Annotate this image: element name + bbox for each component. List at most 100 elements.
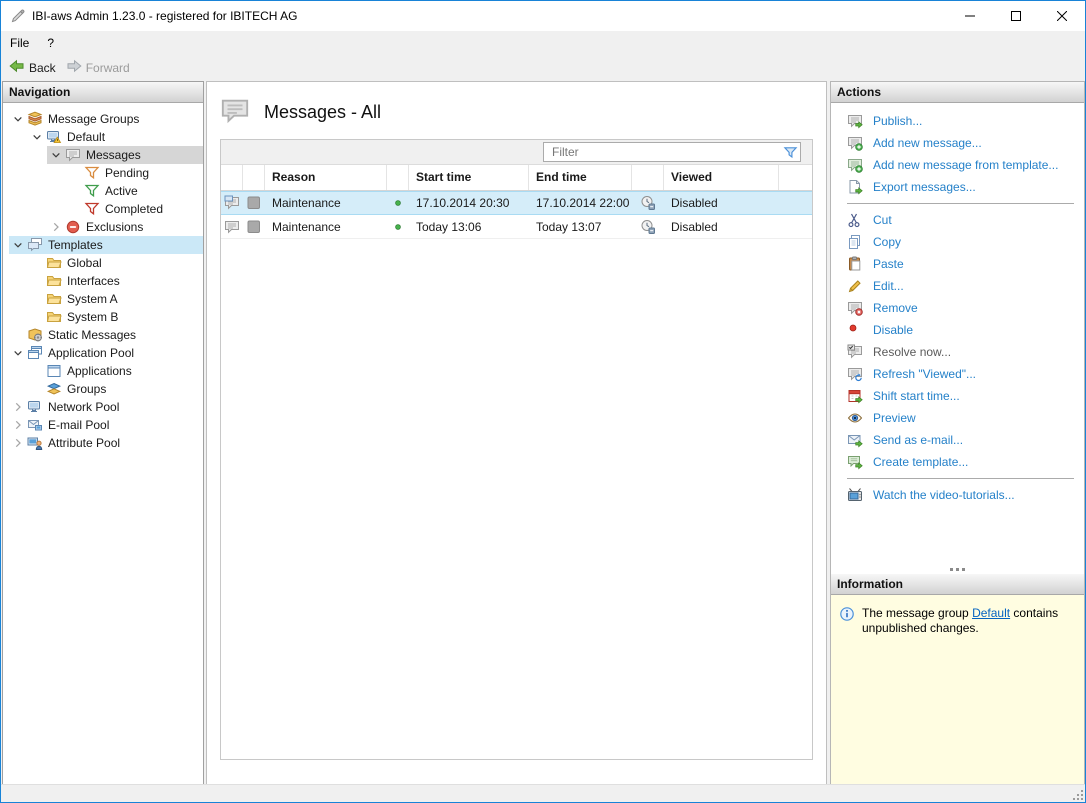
tree-item-label: E-mail Pool (48, 418, 115, 432)
app-icon (10, 8, 26, 24)
resolve-now-icon (847, 344, 863, 360)
tree-item-groups[interactable]: Groups (3, 380, 203, 398)
action-copy[interactable]: Copy (831, 231, 1084, 253)
application-pool-icon (27, 345, 43, 361)
action-label: Create template... (873, 455, 968, 469)
tree-item-exclusions[interactable]: Exclusions (3, 218, 203, 236)
tree-item-attribute-pool[interactable]: Attribute Pool (3, 434, 203, 452)
filter-input[interactable] (544, 145, 780, 159)
expander-expanded-icon[interactable] (9, 237, 27, 253)
column-header-icon[interactable] (243, 165, 265, 190)
tree-item-pending[interactable]: Pending (3, 164, 203, 182)
tree-item-messages[interactable]: Messages (3, 146, 203, 164)
column-header-viewed[interactable]: Viewed (664, 165, 779, 190)
tree-item-label: Completed (105, 202, 169, 216)
tree-item-interfaces[interactable]: Interfaces (3, 272, 203, 290)
tree-item-label: Message Groups (48, 112, 145, 126)
action-create-template[interactable]: Create template... (831, 451, 1084, 473)
action-publish[interactable]: Publish... (831, 110, 1084, 132)
action-shift-start-time[interactable]: Shift start time... (831, 385, 1084, 407)
expander-expanded-icon[interactable] (9, 345, 27, 361)
cell-start-time: 17.10.2014 20:30 (409, 192, 529, 214)
expander-expanded-icon[interactable] (9, 111, 27, 127)
copy-icon (847, 234, 863, 250)
tree-item-label: Exclusions (86, 220, 149, 234)
action-export-messages[interactable]: Export messages... (831, 176, 1084, 198)
tree-item-message-groups[interactable]: Message Groups (3, 110, 203, 128)
edit-icon (847, 278, 863, 294)
menu-file[interactable]: File (1, 33, 38, 53)
column-header-reason[interactable]: Reason (265, 165, 387, 190)
tree-item-label: Attribute Pool (48, 436, 126, 450)
column-header-icon[interactable] (221, 165, 243, 190)
forward-button[interactable]: Forward (62, 56, 136, 79)
tree-item-default[interactable]: Default (3, 128, 203, 146)
tree-item-application-pool[interactable]: Application Pool (3, 344, 203, 362)
navigation-panel-header: Navigation (3, 82, 203, 103)
app-window: IBI-aws Admin 1.23.0 - registered for IB… (0, 0, 1086, 803)
table-row[interactable]: Maintenance17.10.2014 20:3017.10.2014 22… (221, 191, 812, 215)
expander-collapsed-icon[interactable] (9, 435, 27, 451)
table-body: Maintenance17.10.2014 20:3017.10.2014 22… (221, 191, 812, 239)
action-paste[interactable]: Paste (831, 253, 1084, 275)
action-disable[interactable]: Disable (831, 319, 1084, 341)
tree-item-active[interactable]: Active (3, 182, 203, 200)
action-cut[interactable]: Cut (831, 209, 1084, 231)
tree-item-global[interactable]: Global (3, 254, 203, 272)
action-add-message-template[interactable]: Add new message from template... (831, 154, 1084, 176)
action-send-email[interactable]: Send as e-mail... (831, 429, 1084, 451)
actions-divider (847, 478, 1074, 479)
table-row[interactable]: MaintenanceToday 13:06Today 13:07Disable… (221, 215, 812, 239)
action-label: Copy (873, 235, 901, 249)
tree-item-templates[interactable]: Templates (3, 236, 203, 254)
resize-grip[interactable] (1071, 788, 1083, 800)
close-button[interactable] (1039, 1, 1085, 31)
maximize-button[interactable] (993, 1, 1039, 31)
expander-collapsed-icon[interactable] (9, 399, 27, 415)
action-label: Add new message from template... (873, 158, 1058, 172)
panel-splitter[interactable] (831, 565, 1084, 574)
forward-arrow-icon (66, 58, 82, 77)
action-label: Send as e-mail... (873, 433, 963, 447)
expander-placeholder (28, 363, 46, 379)
default-group-link[interactable]: Default (972, 606, 1010, 620)
add-message-icon (847, 135, 863, 151)
column-header-icon[interactable] (387, 165, 409, 190)
tree-item-static-messages[interactable]: Static Messages (3, 326, 203, 344)
send-email-icon (847, 432, 863, 448)
tree-item-e-mail-pool[interactable]: E-mail Pool (3, 416, 203, 434)
folder-icon (46, 309, 62, 325)
action-remove[interactable]: Remove (831, 297, 1084, 319)
tree-item-completed[interactable]: Completed (3, 200, 203, 218)
expander-collapsed-icon[interactable] (9, 417, 27, 433)
back-button[interactable]: Back (5, 56, 62, 79)
expander-expanded-icon[interactable] (28, 129, 46, 145)
info-message: The message group Default contains unpub… (862, 606, 1062, 636)
message-plain-icon (221, 215, 243, 238)
tree-item-system-a[interactable]: System A (3, 290, 203, 308)
action-resolve-now[interactable]: Resolve now... (831, 341, 1084, 363)
tree-item-label: Interfaces (67, 274, 126, 288)
action-add-message[interactable]: Add new message... (831, 132, 1084, 154)
column-header-filler (779, 165, 812, 190)
information-body: The message group Default contains unpub… (831, 595, 1084, 784)
column-header-end-time[interactable]: End time (529, 165, 632, 190)
expander-expanded-icon[interactable] (47, 147, 65, 163)
tree-item-system-b[interactable]: System B (3, 308, 203, 326)
tree-item-network-pool[interactable]: Network Pool (3, 398, 203, 416)
tree-item-label: System A (67, 292, 124, 306)
column-header-start-time[interactable]: Start time (409, 165, 529, 190)
folder-icon (46, 273, 62, 289)
add-message-template-icon (847, 157, 863, 173)
minimize-button[interactable] (947, 1, 993, 31)
expander-collapsed-icon[interactable] (47, 219, 65, 235)
action-refresh-viewed[interactable]: Refresh "Viewed"... (831, 363, 1084, 385)
action-edit[interactable]: Edit... (831, 275, 1084, 297)
tree-item-applications[interactable]: Applications (3, 362, 203, 380)
action-video-tutorials[interactable]: Watch the video-tutorials... (831, 484, 1084, 506)
menu-help[interactable]: ? (38, 33, 63, 53)
action-preview[interactable]: Preview (831, 407, 1084, 429)
message-list: Reason Start timeEnd time Viewed Maintenan… (220, 139, 813, 760)
tree-item-label: Application Pool (48, 346, 140, 360)
column-header-icon[interactable] (632, 165, 664, 190)
